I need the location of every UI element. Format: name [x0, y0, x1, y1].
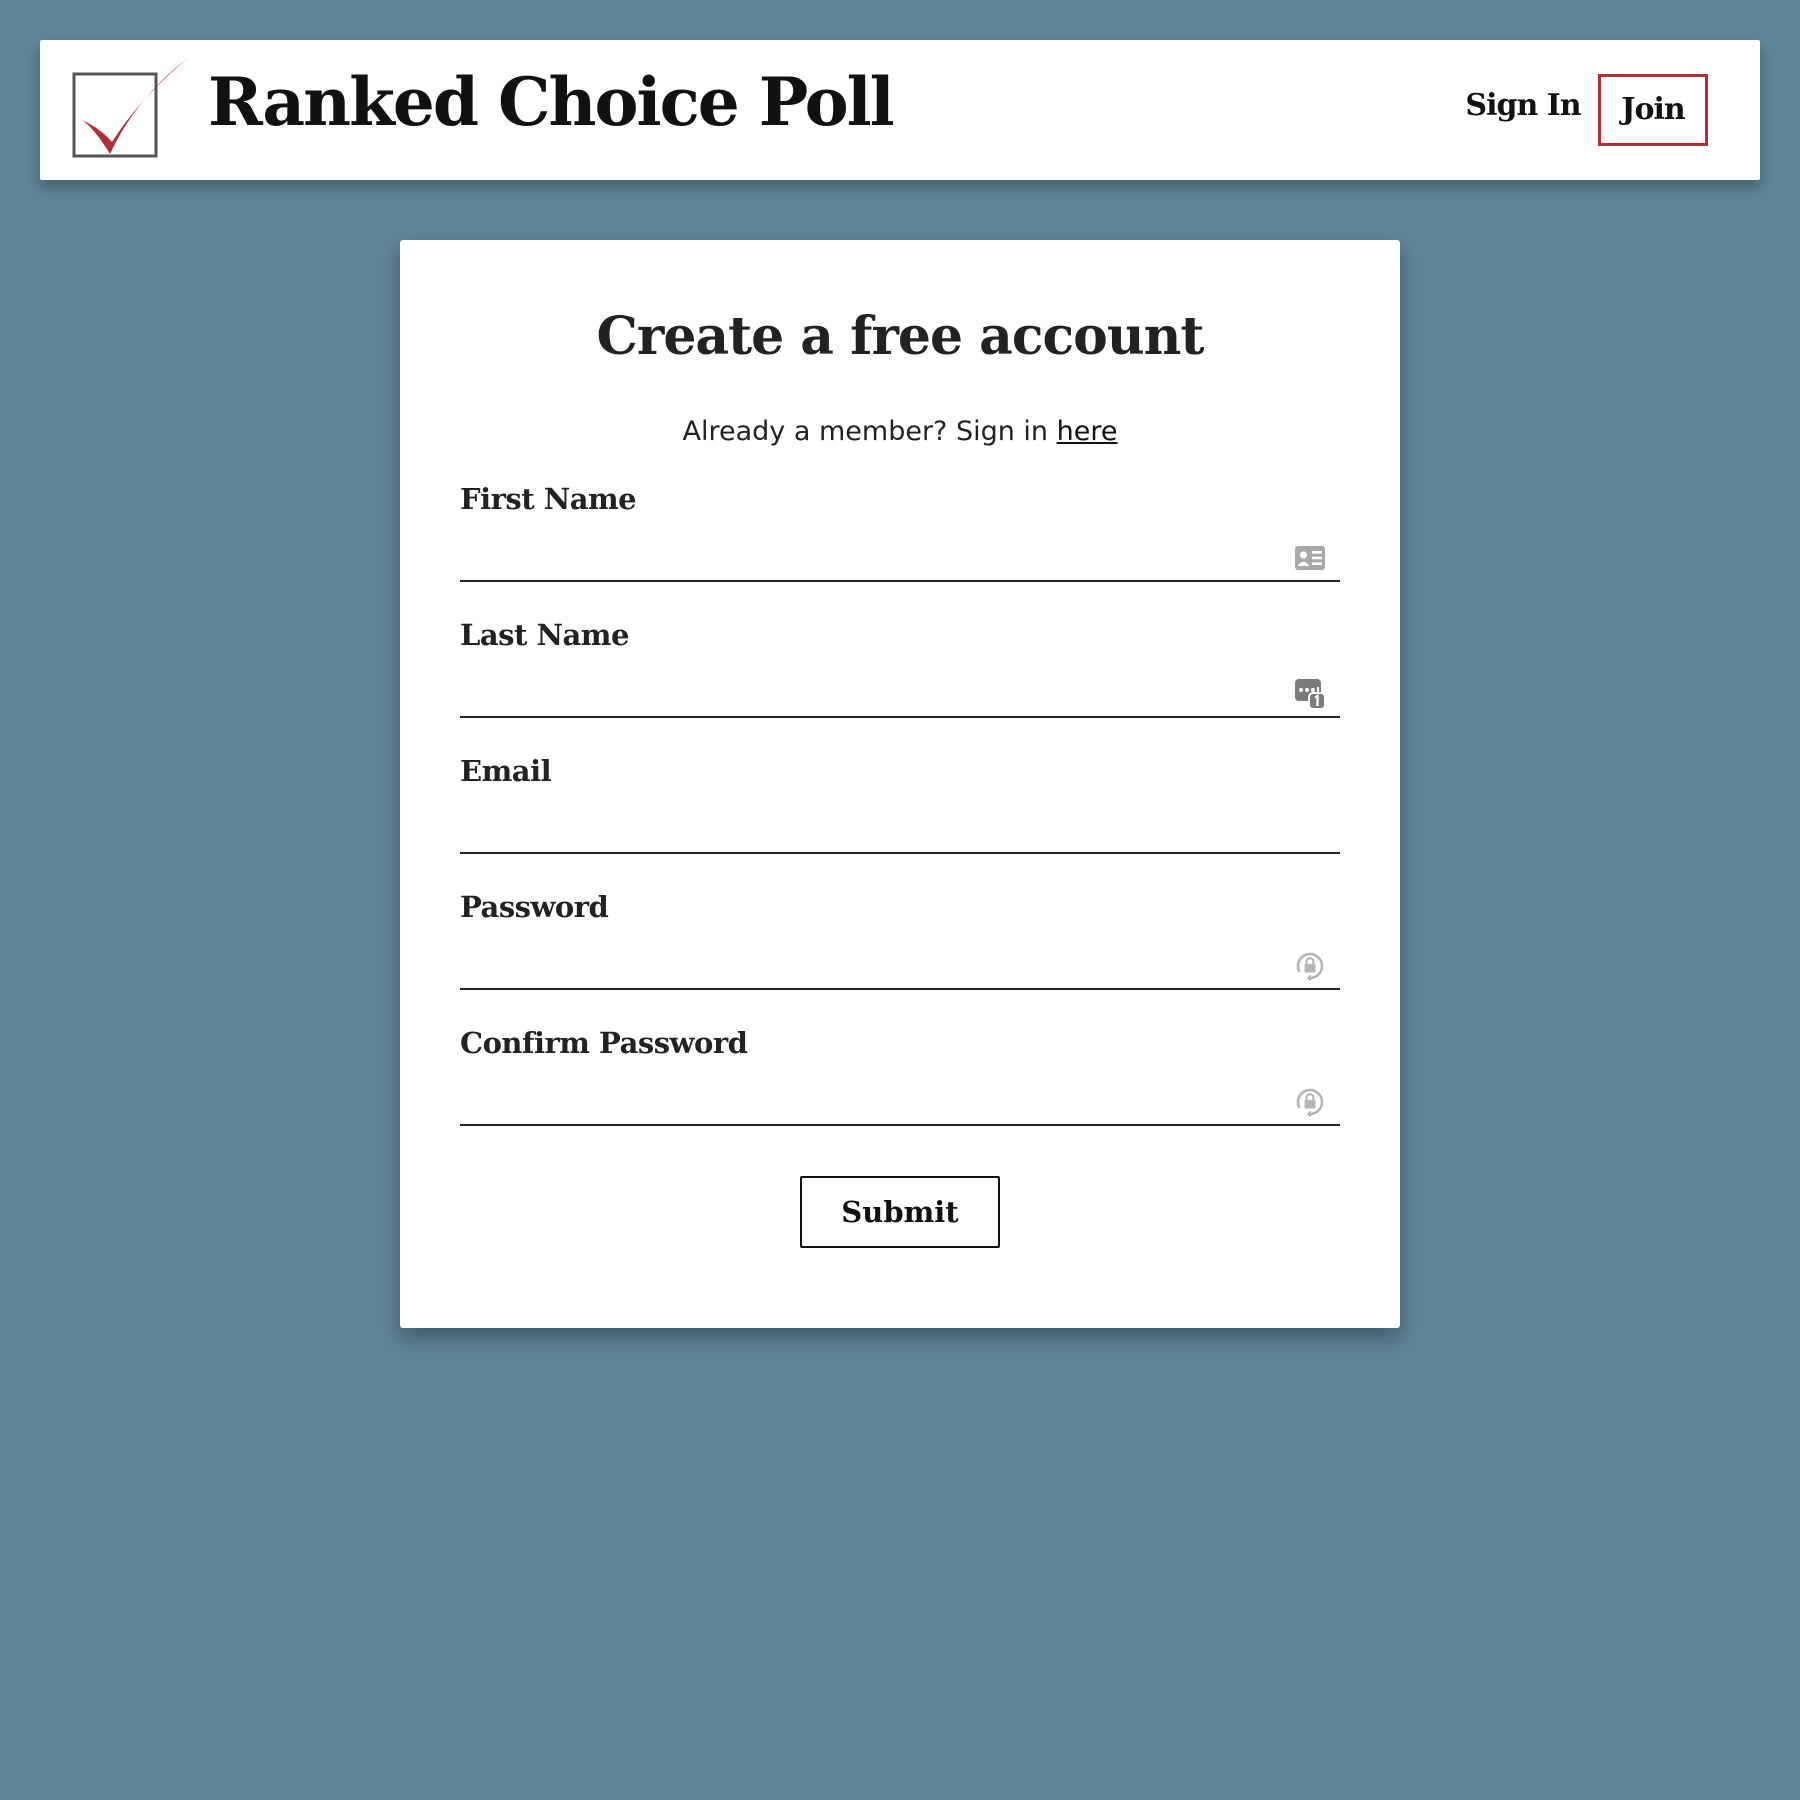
first-name-field: First Name	[460, 482, 1340, 592]
password-input[interactable]	[460, 944, 1340, 990]
site-header: Ranked Choice Poll Sign In Join	[40, 40, 1760, 180]
email-input[interactable]	[460, 808, 1340, 854]
password-lock-icon[interactable]	[1294, 1086, 1326, 1118]
member-prompt: Already a member? Sign in here	[400, 416, 1400, 448]
checkbox-checkmark-icon[interactable]	[70, 58, 198, 182]
confirm-password-input[interactable]	[460, 1080, 1340, 1126]
password-manager-icon[interactable]	[1294, 678, 1326, 710]
sign-in-here-link[interactable]: here	[1057, 416, 1118, 447]
signup-card: Create a free account Already a member? …	[400, 240, 1400, 1328]
password-field: Password	[460, 890, 1340, 1000]
submit-button[interactable]: Submit	[800, 1176, 1000, 1248]
form-title: Create a free account	[596, 306, 1205, 367]
email-label: Email	[460, 754, 552, 788]
confirm-password-label: Confirm Password	[460, 1026, 748, 1060]
member-prompt-text: Already a member? Sign in	[682, 416, 1057, 447]
confirm-password-field: Confirm Password	[460, 1026, 1340, 1136]
last-name-label: Last Name	[460, 618, 629, 652]
join-button[interactable]: Join	[1598, 74, 1708, 146]
password-lock-icon[interactable]	[1294, 950, 1326, 982]
site-title[interactable]: Ranked Choice Poll	[208, 66, 895, 139]
last-name-field: Last Name	[460, 618, 1340, 728]
contact-card-icon[interactable]	[1294, 542, 1326, 574]
first-name-label: First Name	[460, 482, 637, 516]
last-name-input[interactable]	[460, 672, 1340, 718]
sign-in-link[interactable]: Sign In	[1458, 88, 1588, 124]
first-name-input[interactable]	[460, 536, 1340, 582]
password-label: Password	[460, 890, 609, 924]
email-field: Email	[460, 754, 1340, 864]
